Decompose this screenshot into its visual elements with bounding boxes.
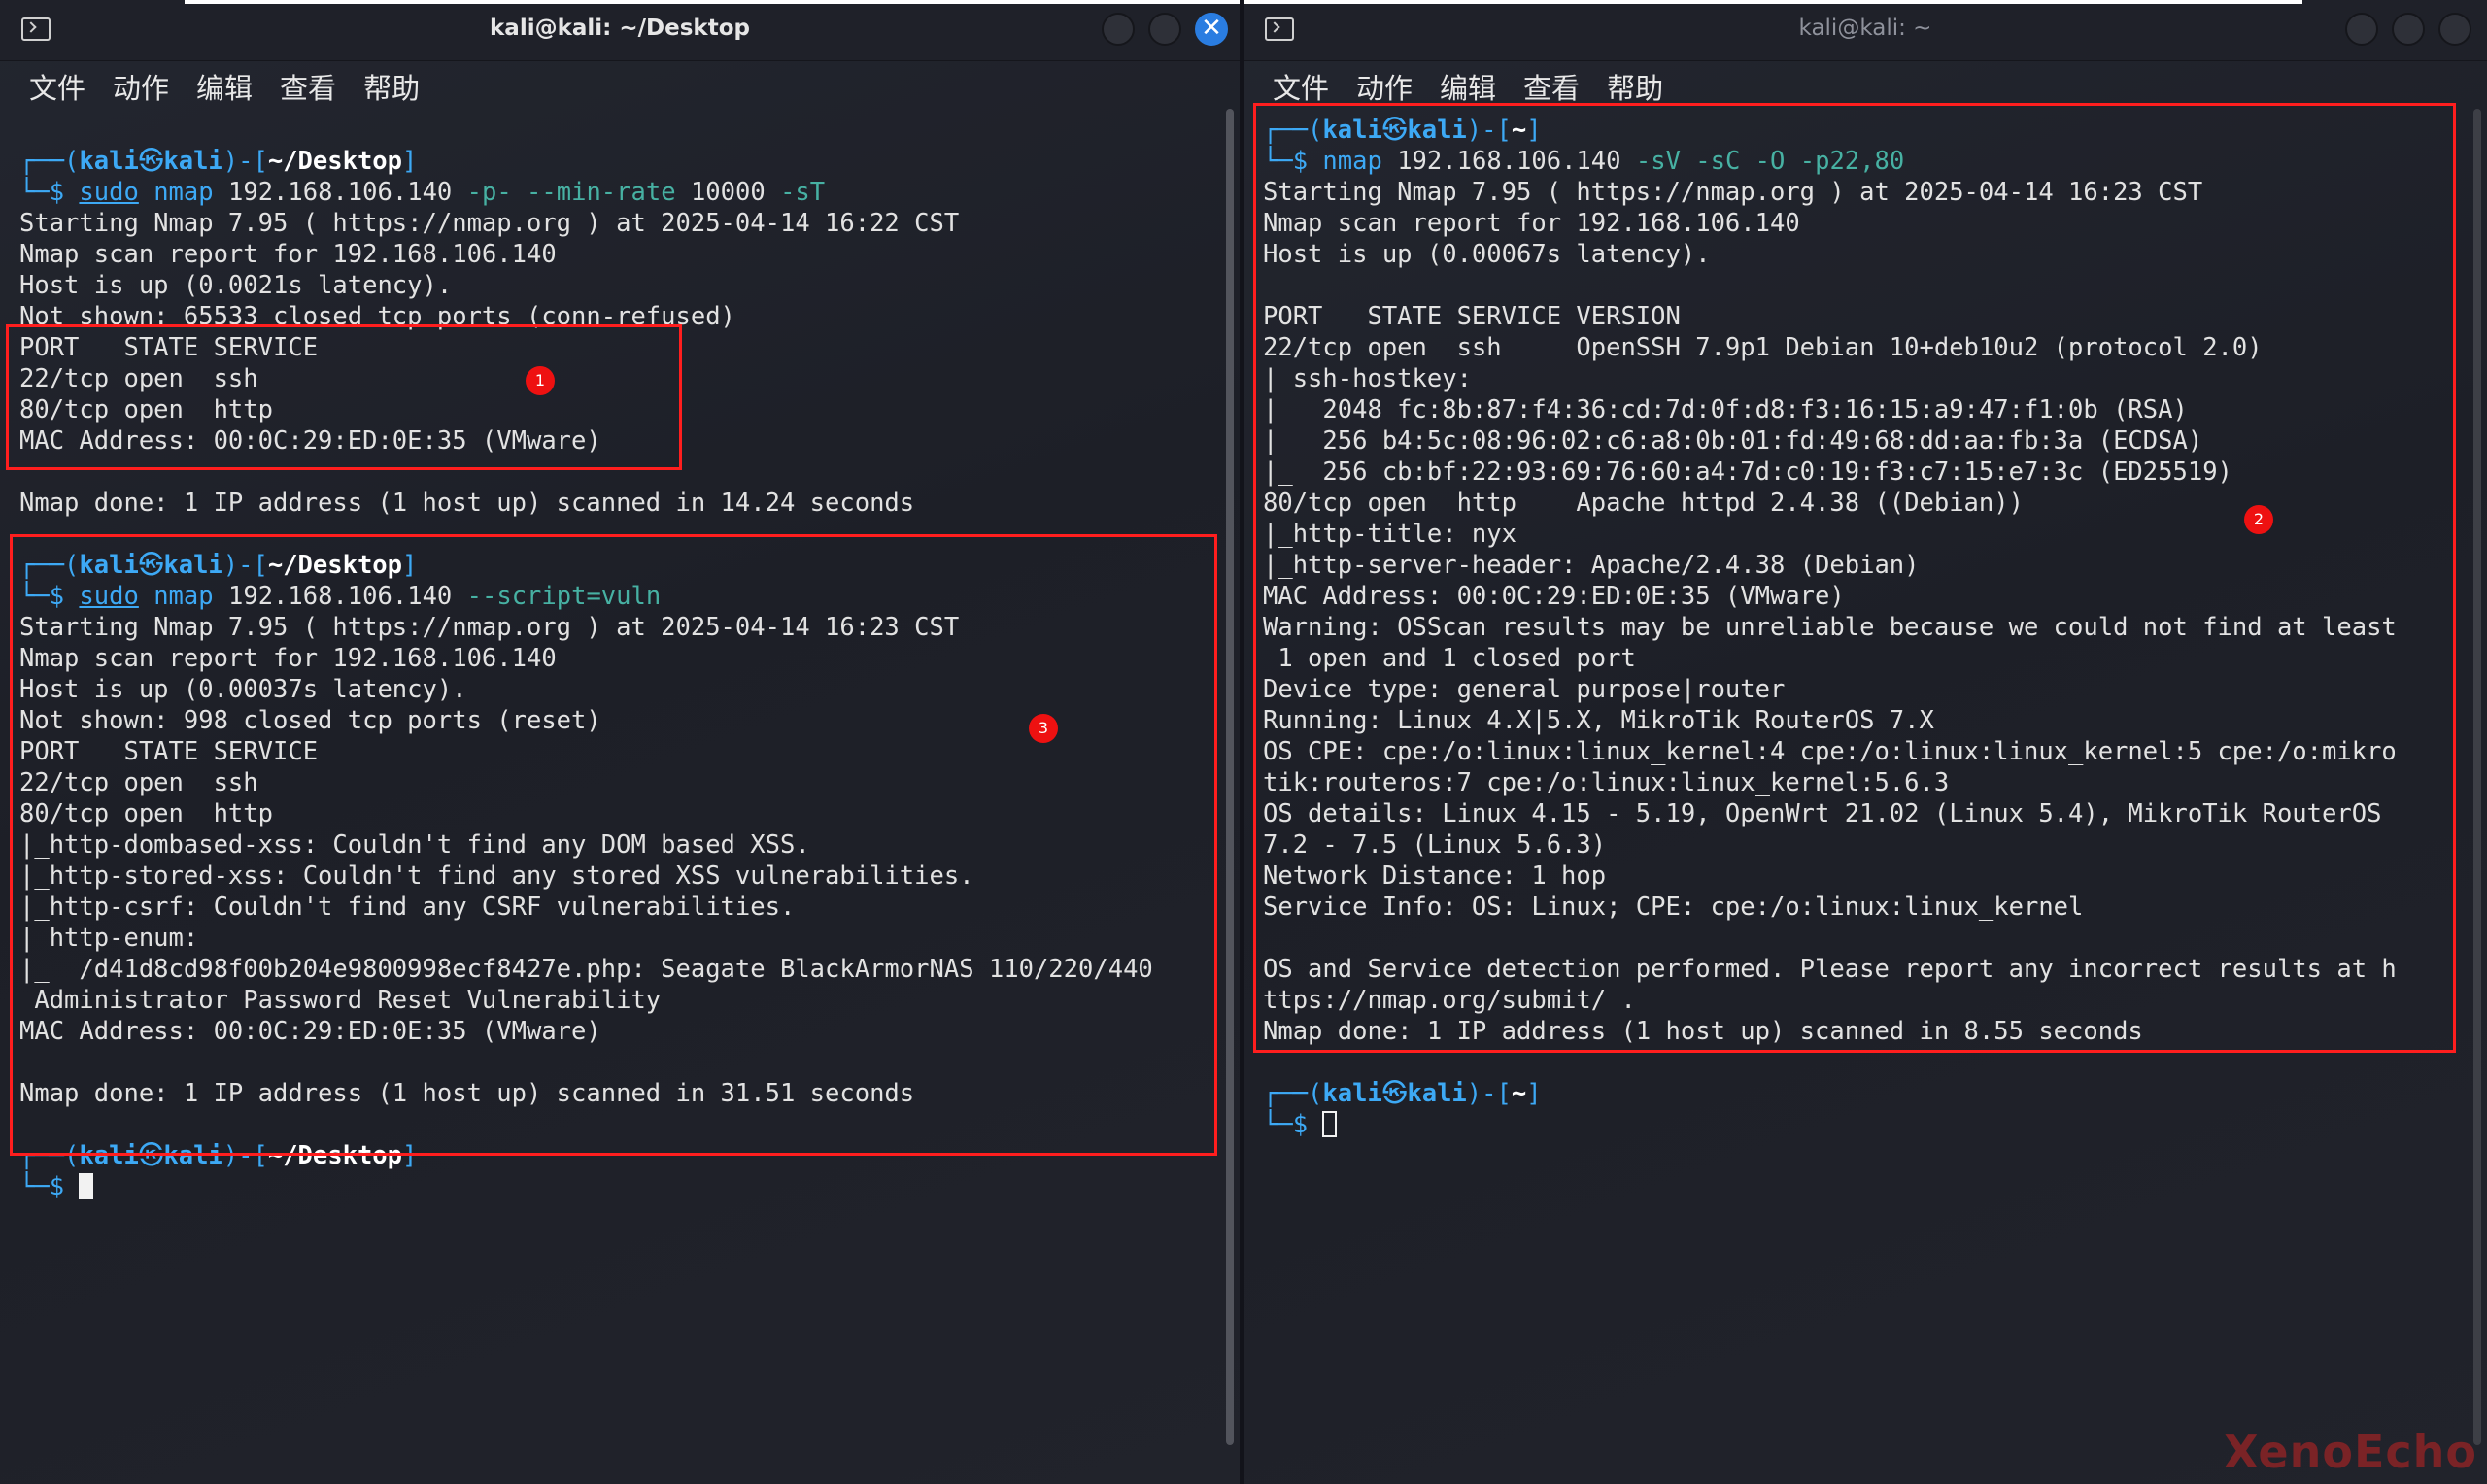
highlight-box-3 — [10, 534, 1217, 1156]
menu-edit[interactable]: 编辑 — [196, 66, 253, 107]
menu-edit[interactable]: 编辑 — [1440, 66, 1496, 107]
highlight-box-2 — [1253, 103, 2456, 1053]
badge-1: 1 — [526, 366, 555, 395]
text-cursor — [1322, 1111, 1338, 1137]
menu-file[interactable]: 文件 — [29, 66, 85, 107]
scrollbar[interactable] — [2473, 109, 2481, 1445]
text-cursor — [79, 1173, 94, 1199]
menu-actions[interactable]: 动作 — [1356, 66, 1413, 107]
terminal-window-right: kali@kali: ~ 文件 动作 编辑 查看 帮助 ┌──(kali㉿kali)-[… — [1244, 0, 2487, 1484]
output-line: Host is up (0.0021s latency). — [19, 271, 453, 300]
output-line: Nmap done: 1 IP address (1 host up) scan… — [19, 489, 915, 518]
menu-file[interactable]: 文件 — [1273, 66, 1329, 107]
output-line: Starting Nmap 7.95 ( https://nmap.org ) … — [19, 209, 960, 238]
watermark: XenoEcho — [2224, 1426, 2477, 1478]
highlight-box-1 — [6, 324, 682, 470]
input-line[interactable]: └─$ — [1263, 1109, 1338, 1140]
badge-2: 2 — [2244, 505, 2273, 534]
command-line: └─$ sudo nmap 192.168.106.140 -p- --min-… — [19, 178, 826, 207]
prompt-header: ┌──(kali㉿kali)-[~] — [1263, 1079, 1542, 1108]
window-title: kali@kali: ~/Desktop — [490, 16, 750, 41]
output-line: Nmap scan report for 192.168.106.140 — [19, 240, 557, 269]
input-line[interactable]: └─$ — [19, 1171, 94, 1202]
minimize-button[interactable] — [2345, 13, 2378, 46]
close-icon: ✕ — [1201, 14, 1222, 43]
menu-view[interactable]: 查看 — [280, 66, 336, 107]
maximize-button[interactable] — [1148, 13, 1181, 46]
window-edge-highlight — [1244, 0, 2302, 4]
badge-3: 3 — [1029, 714, 1058, 743]
close-button[interactable] — [2438, 13, 2471, 46]
menu-help[interactable]: 帮助 — [363, 66, 420, 107]
close-button[interactable]: ✕ — [1195, 13, 1228, 46]
menubar: 文件 动作 编辑 查看 帮助 — [1244, 60, 2487, 109]
menubar: 文件 动作 编辑 查看 帮助 — [0, 60, 1240, 109]
maximize-button[interactable] — [2392, 13, 2425, 46]
menu-help[interactable]: 帮助 — [1607, 66, 1663, 107]
menu-actions[interactable]: 动作 — [113, 66, 169, 107]
window-edge-highlight — [185, 0, 1240, 4]
window-title: kali@kali: ~ — [1798, 16, 1932, 41]
minimize-button[interactable] — [1102, 13, 1135, 46]
menu-view[interactable]: 查看 — [1523, 66, 1580, 107]
titlebar[interactable]: kali@kali: ~ — [1244, 0, 2487, 61]
prompt-header: ┌──(kali㉿kali)-[~/Desktop] — [19, 147, 418, 176]
terminal-window-left: kali@kali: ~/Desktop ✕ 文件 动作 编辑 查看 帮助 ┌──(ka… — [0, 0, 1244, 1484]
titlebar[interactable]: kali@kali: ~/Desktop ✕ — [0, 0, 1240, 61]
scrollbar[interactable] — [1226, 109, 1234, 1445]
